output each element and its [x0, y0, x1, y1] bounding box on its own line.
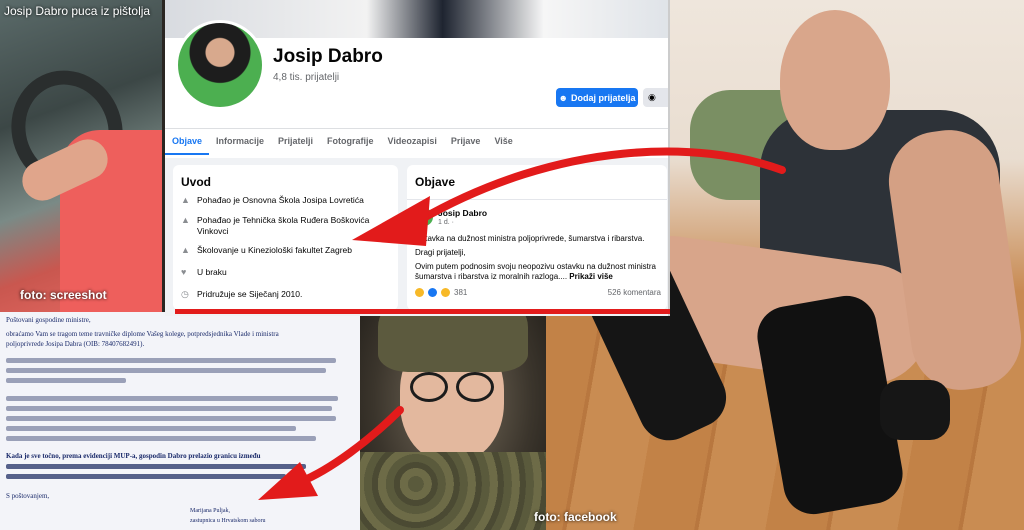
profile-tabs: Objave Informacije Prijatelji Fotografij…: [165, 128, 668, 155]
post-text: Ovim putem podnosim svoju neopozivu osta…: [415, 262, 657, 271]
post-time[interactable]: 1 d. ·: [438, 219, 454, 226]
glasses-left: [410, 372, 448, 402]
doc-line: obraćamo Vam se tragom teme travničke di…: [6, 330, 279, 338]
graduation-cap-icon: ▲: [181, 195, 190, 205]
intro-item: ♥ U braku: [181, 267, 396, 278]
messenger-icon: ◉: [648, 92, 656, 102]
message-button[interactable]: ◉: [643, 88, 668, 107]
add-friend-label: Dodaj prijatelja: [570, 92, 636, 103]
intro-item: ▲ Pohađao je Tehnička škola Ruđera Boško…: [181, 215, 396, 237]
doc-line: Poštovani gospodine ministre,: [6, 316, 91, 324]
video-title: Josip Dabro puca iz pištolja: [4, 4, 151, 18]
facebook-profile-screenshot: Josip Dabro 4,8 tis. prijatelji ☻ Dodaj …: [165, 0, 670, 316]
reaction-count: 381: [454, 288, 468, 297]
sad-icon: [441, 288, 450, 297]
posts-title: Objave: [415, 175, 456, 189]
intro-item-text: Pridružuje se Siječanj 2010.: [197, 289, 303, 299]
intro-item: ▲ Pohađao je Osnovna Škola Josipa Lovret…: [181, 195, 396, 206]
post-text: Dragi prijatelji,: [415, 248, 466, 257]
haha-icon: [415, 288, 424, 297]
intro-item-text: Pohađao je Osnovna Škola Josipa Lovretić…: [197, 195, 364, 205]
add-friend-button[interactable]: ☻ Dodaj prijatelja: [556, 88, 638, 107]
post-author[interactable]: Josip Dabro: [438, 208, 487, 218]
intro-item-text: Školovanje u Kineziološki fakultet Zagre…: [197, 245, 352, 255]
red-underline: [175, 309, 670, 314]
post-avatar[interactable]: [415, 208, 433, 226]
car-photo-credit: foto: screeshot: [20, 288, 107, 302]
intro-item: ◷ Pridružuje se Siječanj 2010.: [181, 289, 396, 300]
doc-text-line: [6, 436, 316, 441]
tab-vise[interactable]: Više: [487, 129, 519, 155]
tab-videozapisi[interactable]: Videozapisi: [381, 129, 444, 155]
letter-document: Poštovani gospodine ministre, obraćamo V…: [0, 312, 360, 530]
graduation-cap-icon: ▲: [181, 245, 190, 255]
soldier-portrait: [360, 312, 546, 530]
car-photo: [0, 0, 162, 312]
post: Josip Dabro 1 d. · Ostavka na dužnost mi…: [407, 199, 667, 310]
intro-item-text: U braku: [197, 267, 227, 277]
profile-name: Josip Dabro: [273, 46, 383, 67]
intro-item-text: Pohađao je Tehnička škola Ruđera Boškovi…: [197, 215, 370, 236]
heart-icon: ♥: [181, 267, 187, 277]
doc-text-line: [6, 368, 326, 373]
doc-text-line: [6, 474, 286, 479]
doc-text-line: [6, 378, 126, 383]
tab-prijatelji[interactable]: Prijatelji: [271, 129, 320, 155]
doc-text-line: [6, 396, 338, 401]
glasses-right: [456, 372, 494, 402]
doc-text-line: [6, 406, 332, 411]
doc-text-line: [6, 426, 296, 431]
clock-icon: ◷: [181, 289, 189, 299]
camouflage-uniform: [360, 452, 546, 530]
tab-fotografije[interactable]: Fotografije: [320, 129, 381, 155]
tab-informacije[interactable]: Informacije: [209, 129, 271, 155]
helmet: [378, 312, 528, 372]
doc-closing: S poštovanjem,: [6, 492, 50, 500]
room-photo-credit: foto: facebook: [534, 510, 617, 524]
reactions[interactable]: 381: [415, 288, 467, 297]
doc-signature-role: zastupnica u Hrvatskom saboru: [190, 518, 266, 524]
intro-item: ▲ Školovanje u Kineziološki fakultet Zag…: [181, 245, 396, 256]
doc-text-line: [6, 358, 336, 363]
doc-signature-name: Marijana Puljak,: [190, 508, 230, 514]
friends-count[interactable]: 4,8 tis. prijatelji: [273, 72, 339, 83]
profile-avatar[interactable]: [175, 20, 265, 110]
intro-card: Uvod ▲ Pohađao je Osnovna Škola Josipa L…: [173, 165, 398, 310]
posts-card: Objave Josip Dabro 1 d. · Ostavka na duž…: [407, 165, 667, 310]
doc-text-line: [6, 464, 306, 469]
like-icon: [428, 288, 437, 297]
doc-text-line: [6, 416, 336, 421]
intro-title: Uvod: [181, 175, 211, 189]
add-user-icon: ☻: [558, 92, 568, 103]
post-text-last: šumarstva i ribarstva iz moralnih razlog…: [415, 272, 665, 282]
glove: [880, 380, 950, 440]
man-head: [780, 10, 890, 150]
post-text: šumarstva i ribarstva iz moralnih razlog…: [415, 272, 568, 281]
tab-objave[interactable]: Objave: [165, 129, 210, 155]
doc-bold-line: Kada je sve točno, prema evidenciji MUP-…: [6, 452, 261, 460]
doc-line: poljoprivrede Josipa Dabra (OIB: 7840768…: [6, 340, 145, 348]
collage: Josip Dabro puca iz pištolja foto: scree…: [0, 0, 1024, 530]
graduation-cap-icon: ▲: [181, 215, 190, 225]
tab-prijave[interactable]: Prijave: [444, 129, 488, 155]
comment-count[interactable]: 526 komentara: [608, 288, 661, 297]
show-more-link[interactable]: Prikaži više: [569, 272, 613, 281]
post-text: Ostavka na dužnost ministra poljoprivred…: [415, 234, 645, 243]
